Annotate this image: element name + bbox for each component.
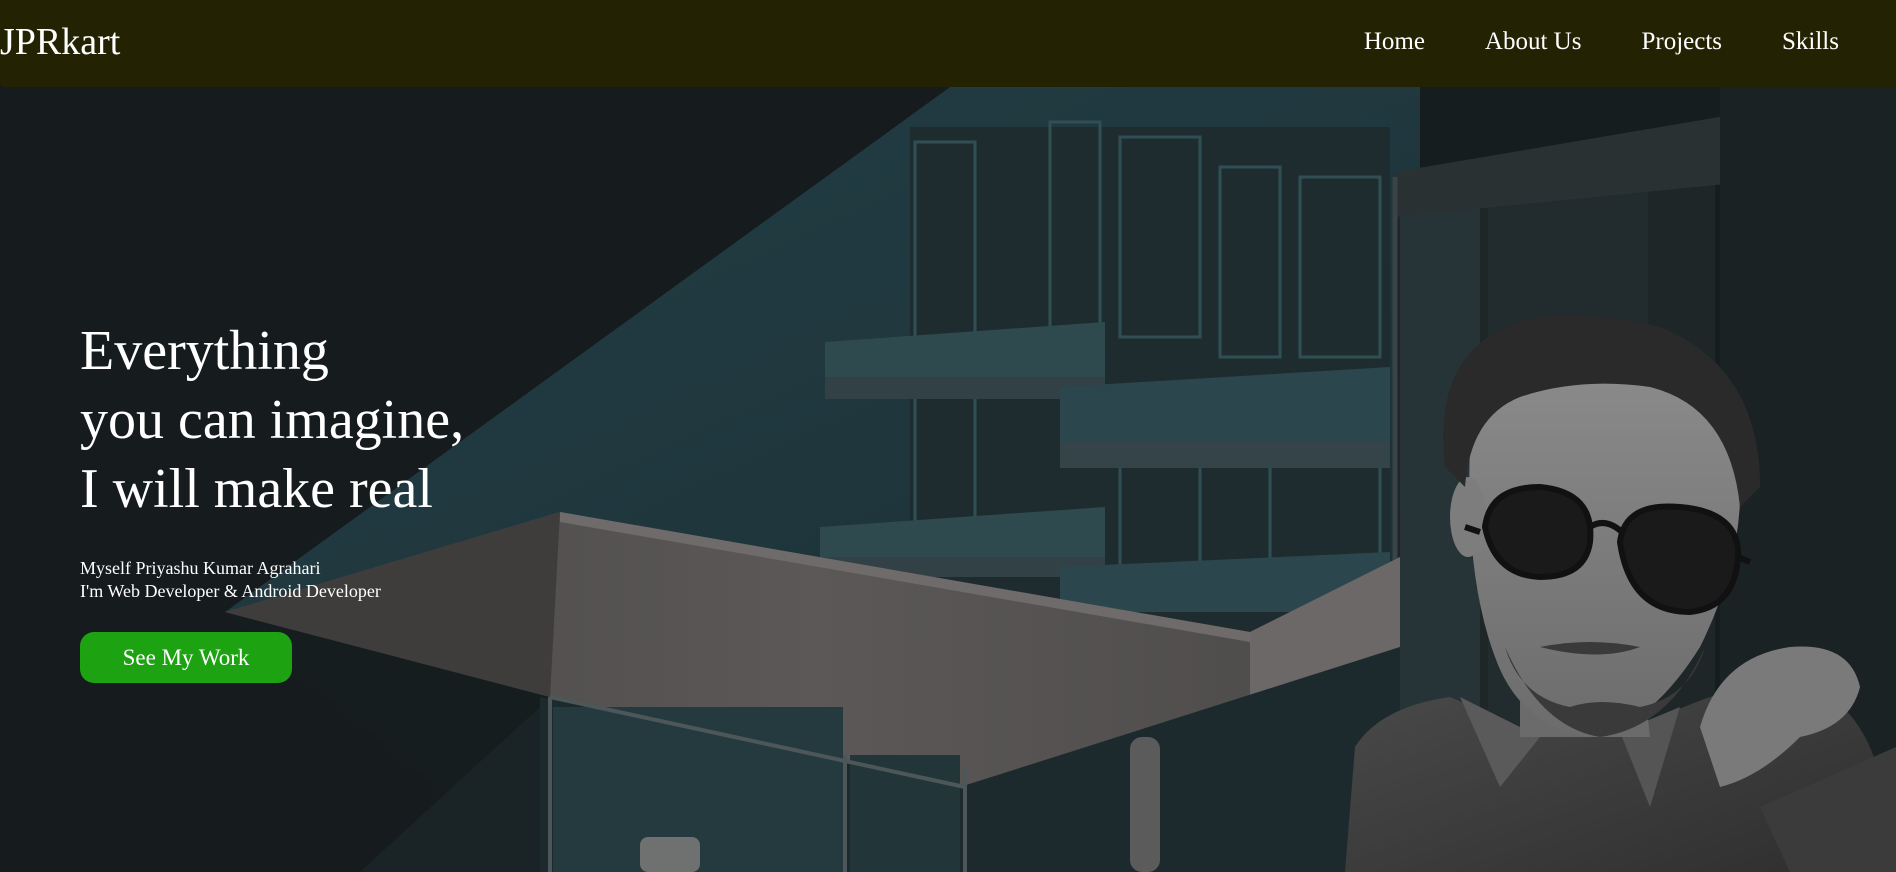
nav-link-home[interactable]: Home: [1364, 24, 1425, 60]
nav-link-skills[interactable]: Skills: [1782, 24, 1839, 60]
intro-name-line: Myself Priyashu Kumar Agrahari: [80, 558, 321, 578]
nav-link-about-us[interactable]: About Us: [1485, 24, 1582, 60]
see-my-work-button[interactable]: See My Work: [80, 632, 292, 683]
nav-links: Home About Us Projects Skills: [1364, 24, 1839, 60]
page: JPRkart Home About Us Projects Skills Ev…: [0, 0, 1896, 872]
headline-line: Everything: [80, 320, 329, 382]
headline-line: you can imagine,: [80, 389, 465, 451]
hero-intro: Myself Priyashu Kumar Agrahari I'm Web D…: [80, 557, 464, 603]
headline-line: I will make real: [80, 458, 433, 520]
nav-link-projects[interactable]: Projects: [1641, 24, 1722, 60]
hero-headline: Everything you can imagine, I will make …: [80, 317, 464, 524]
hero-section: Everything you can imagine, I will make …: [0, 87, 1896, 872]
navbar: JPRkart Home About Us Projects Skills: [0, 0, 1896, 87]
hero-text: Everything you can imagine, I will make …: [80, 317, 464, 683]
intro-role-line: I'm Web Developer & Android Developer: [80, 581, 381, 601]
brand-logo[interactable]: JPRkart: [0, 19, 120, 65]
